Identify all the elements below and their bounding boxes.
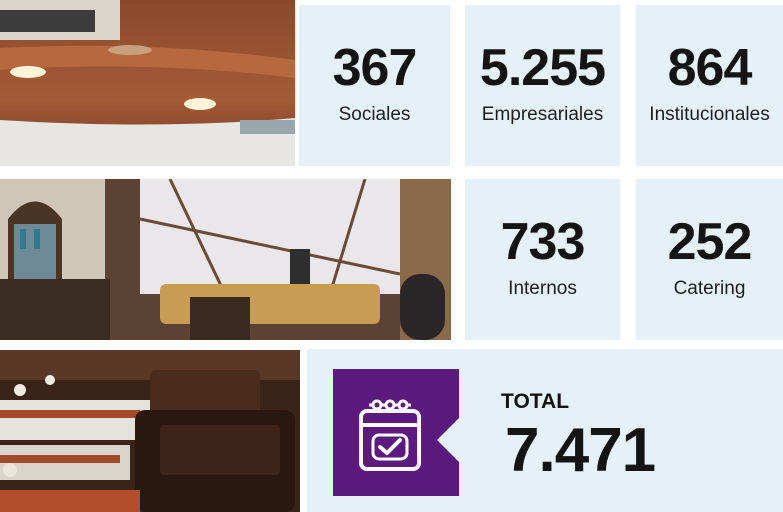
stat-card-catering: 252 Catering	[636, 179, 783, 340]
stat-label: Internos	[508, 278, 577, 299]
photo-dining	[0, 350, 300, 512]
stat-card-institucionales: 864 Institucionales	[636, 5, 783, 166]
stat-value: 5.255	[479, 39, 606, 97]
stat-value: 367	[332, 39, 418, 97]
stat-label: Institucionales	[649, 104, 770, 125]
stat-card-empresariales: 5.255 Empresariales	[465, 5, 620, 166]
total-value: 7.471	[505, 416, 656, 485]
stat-label: Catering	[673, 278, 746, 299]
stat-value: 864	[667, 39, 753, 97]
photo-ceiling	[0, 0, 295, 166]
stat-card-internos: 733 Internos	[465, 179, 620, 340]
badge-notch	[437, 418, 459, 462]
stat-card-sociales: 367 Sociales	[299, 5, 450, 166]
stat-value: 252	[667, 213, 753, 271]
stat-label: Sociales	[338, 104, 411, 125]
stat-label: Empresariales	[481, 104, 604, 125]
total-label: TOTAL	[501, 390, 570, 413]
stat-value: 733	[500, 213, 586, 271]
photo-lounge	[0, 179, 451, 340]
